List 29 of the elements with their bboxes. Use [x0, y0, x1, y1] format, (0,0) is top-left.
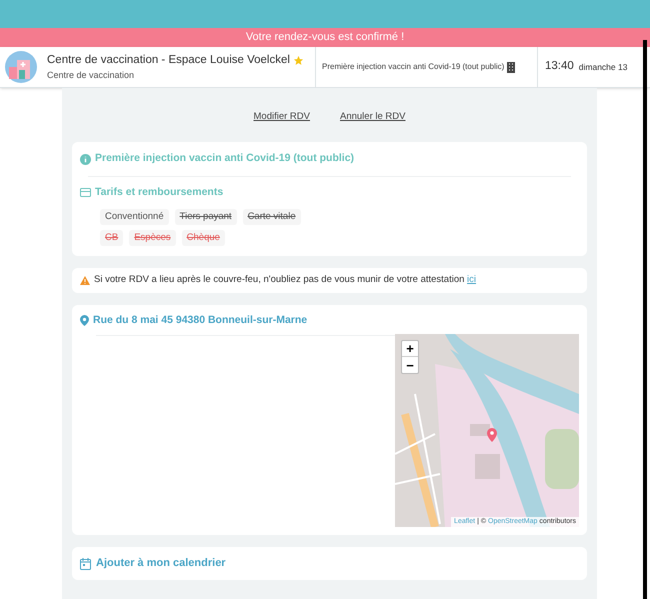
location-pin-icon — [80, 314, 89, 326]
map-marker-icon — [487, 428, 497, 442]
address-title: Rue du 8 mai 45 94380 Bonneuil-sur-Marne — [93, 312, 308, 328]
center-name: Centre de vaccination - Espace Louise Voelckel — [47, 52, 290, 68]
payment-tag: CB — [100, 230, 124, 246]
building-avatar-icon — [5, 51, 37, 83]
payment-tag: Tiers payant — [174, 208, 237, 225]
section-title: Tarifs et remboursements — [95, 185, 224, 200]
warning-icon — [80, 276, 90, 285]
appointment-date: dimanche 13 — [578, 60, 628, 74]
appointment-time: 13:40 — [545, 59, 574, 74]
payment-tag: Espèces — [129, 230, 176, 246]
calendar-title: Ajouter à mon calendrier — [96, 556, 226, 572]
payment-tag: Carte vitale — [242, 208, 301, 225]
confirmation-banner: Votre rendez-vous est confirmé ! — [0, 28, 650, 47]
credit-card-icon — [80, 188, 91, 198]
action-link[interactable]: Annuler le RDV — [340, 110, 406, 124]
info-icon — [80, 154, 91, 165]
center-type: Centre de vaccination — [47, 68, 136, 82]
zoom-in-button[interactable]: + — [402, 341, 418, 358]
payment-tag: Conventionné — [100, 208, 169, 225]
action-link[interactable]: Modifier RDV — [254, 110, 310, 124]
building-icon — [507, 62, 516, 72]
card-title: Première injection vaccin anti Covid-19 (tout public) — [95, 151, 354, 166]
warning-message: Si votre RDV a lieu après le couvre-feu, n'oubliez pas de vous munir de votre attestation ici — [94, 273, 476, 288]
calendar-icon — [80, 558, 91, 570]
appointment-motive: Première injection vaccin anti Covid-19 (tout public) — [322, 61, 504, 73]
payment-tag: Chèque — [182, 230, 225, 246]
zoom-out-button[interactable]: − — [402, 357, 418, 374]
